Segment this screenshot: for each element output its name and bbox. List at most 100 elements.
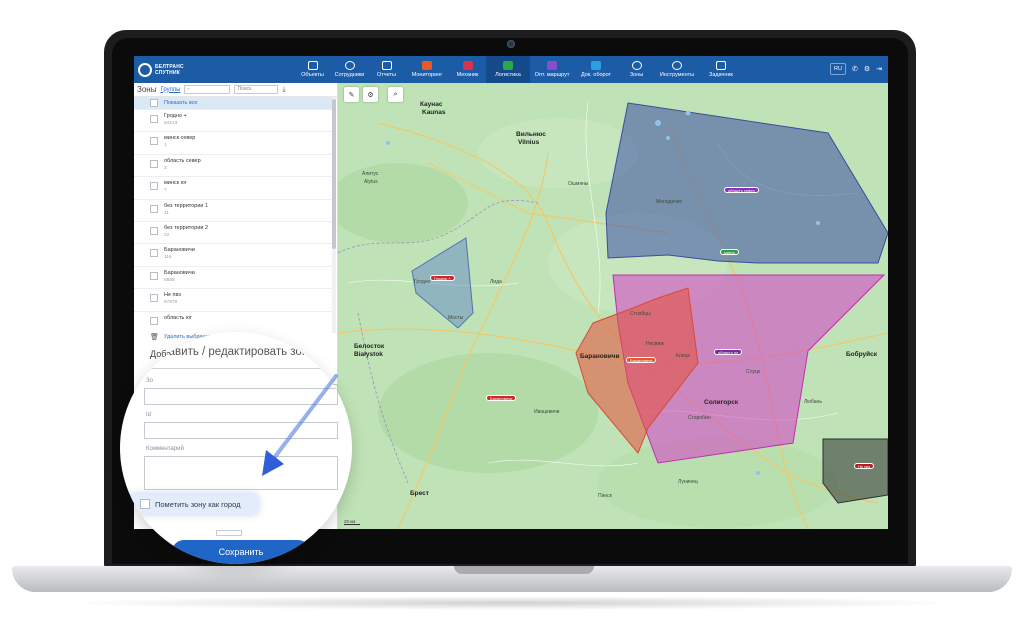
zone-checkbox[interactable] bbox=[150, 316, 158, 325]
list-item[interactable]: минск юг 7 bbox=[134, 177, 332, 200]
zone-checkbox[interactable] bbox=[150, 159, 158, 168]
list-item[interactable]: без территории 1 11 bbox=[134, 200, 332, 222]
zone-checkbox[interactable] bbox=[150, 249, 158, 258]
city-label: Alytus bbox=[364, 179, 378, 185]
city-label: Kaunas bbox=[422, 109, 446, 116]
list-item[interactable]: область север 3 bbox=[134, 155, 332, 178]
show-all-checkbox[interactable] bbox=[150, 99, 158, 107]
city-label: Лунинец bbox=[678, 479, 698, 485]
zone-list-scrollbar[interactable] bbox=[332, 97, 336, 333]
list-item[interactable]: Гродно + tet123 bbox=[134, 110, 332, 133]
nav-mechanic[interactable]: Механик bbox=[449, 56, 486, 83]
map-toolbar: ✎ ⚙ ⌕ bbox=[344, 87, 403, 102]
zone-checkbox[interactable] bbox=[150, 294, 158, 303]
nav-reports[interactable]: Отчеты bbox=[368, 56, 405, 83]
groups-link[interactable]: Группы bbox=[160, 87, 180, 93]
nav-employees[interactable]: Сотрудники bbox=[331, 56, 368, 83]
city-label: Любань bbox=[804, 399, 822, 405]
search-input[interactable]: Поиск bbox=[234, 85, 279, 94]
language-switch[interactable]: RU bbox=[830, 63, 846, 75]
city-label: Солигорск bbox=[704, 399, 739, 406]
zone-checkbox[interactable] bbox=[150, 137, 158, 146]
zone-badge-dark[interactable]: Не пвз bbox=[854, 463, 875, 469]
zone-settings-icon[interactable]: ⚙ bbox=[363, 87, 378, 102]
zone-name: без территории 1 bbox=[164, 202, 209, 209]
city-label: Пинск bbox=[598, 493, 612, 499]
magnified-form-title: Добавить / редактировать зону bbox=[148, 346, 314, 358]
zone-name: Гродно + bbox=[164, 113, 187, 119]
show-all-row[interactable]: Показать все bbox=[134, 97, 332, 110]
zone-checkbox[interactable] bbox=[150, 271, 158, 280]
map-view[interactable]: ✎ ⚙ ⌕ Каунас Kaunas Вильнюс Vilnius Алит… bbox=[338, 83, 888, 529]
city-label: Ошмяны bbox=[568, 181, 589, 187]
zone-comment: 116 bbox=[164, 255, 172, 261]
draw-zone-icon[interactable]: ✎ bbox=[344, 87, 359, 102]
nav-zones[interactable]: Зоны bbox=[618, 56, 655, 83]
logo-icon bbox=[138, 62, 152, 77]
zone-badge-minsk[interactable]: минск bbox=[720, 249, 739, 255]
mark-as-city-option[interactable]: Пометить зону как город bbox=[130, 494, 258, 514]
app-logo[interactable]: БЕЛТРАНС СПУТНИК bbox=[138, 61, 198, 78]
nav-label: Задачник bbox=[709, 72, 733, 78]
report-icon bbox=[381, 61, 392, 70]
nav-label: Логистика bbox=[495, 72, 521, 78]
zone-badge-baranovichi-2[interactable]: Барановичи bbox=[486, 395, 517, 401]
zone-badge-south[interactable]: область юг bbox=[714, 349, 743, 355]
nav-objects[interactable]: Объекты bbox=[294, 56, 331, 83]
list-item[interactable]: Барановичи 116 bbox=[134, 244, 332, 267]
show-all-label: Показать все bbox=[164, 100, 198, 106]
camera-icon bbox=[507, 40, 515, 48]
zone-badge-north[interactable]: область север bbox=[724, 187, 759, 193]
mechanic-icon bbox=[462, 61, 473, 70]
group-select[interactable]: - bbox=[184, 85, 231, 94]
nav-monitoring[interactable]: Мониторинг bbox=[405, 56, 449, 83]
nav-documents[interactable]: Док. оборот bbox=[574, 56, 618, 83]
zone-north-polygon[interactable] bbox=[605, 102, 888, 264]
list-item[interactable]: область юг bbox=[134, 312, 332, 333]
download-icon[interactable]: ⤓ bbox=[282, 86, 285, 94]
list-item[interactable]: Не пвз 87878 bbox=[134, 289, 332, 312]
city-label: Белосток bbox=[354, 343, 385, 350]
nav-tools[interactable]: Инструменты bbox=[655, 56, 699, 83]
zone-comment: 8888 bbox=[164, 277, 175, 283]
mark-as-city-checkbox[interactable] bbox=[140, 499, 150, 509]
city-label: Брест bbox=[410, 490, 429, 497]
city-label: Białystok bbox=[354, 351, 383, 358]
save-button[interactable]: Сохранить bbox=[172, 540, 310, 564]
map-search-icon[interactable]: ⌕ bbox=[388, 87, 403, 102]
nav-tasks[interactable]: Задачник bbox=[699, 56, 743, 83]
logout-icon[interactable]: ⇥ bbox=[876, 65, 882, 73]
city-label: Гродно bbox=[414, 279, 431, 285]
nav-route[interactable]: Опт. маршрут bbox=[530, 56, 574, 83]
list-item[interactable]: Барановичи 8888 bbox=[134, 267, 332, 290]
zone-checkbox[interactable] bbox=[150, 204, 158, 213]
zone-comment: 87878 bbox=[164, 300, 178, 306]
city-label: Несвиж bbox=[646, 341, 664, 347]
zone-checkbox[interactable] bbox=[150, 182, 158, 191]
laptop-base-notch bbox=[454, 566, 594, 574]
zone-badge-baranovichi[interactable]: Барановичи bbox=[626, 357, 657, 363]
zone-checkbox[interactable] bbox=[150, 226, 158, 235]
nav-logistics[interactable]: Логистика bbox=[486, 56, 530, 83]
laptop-shadow bbox=[60, 596, 964, 610]
list-item[interactable]: минск север 1 bbox=[134, 132, 332, 155]
gear-icon[interactable]: ⚙ bbox=[864, 65, 870, 73]
city-label: Vilnius bbox=[518, 139, 540, 146]
city-label: Молодечно bbox=[656, 199, 683, 205]
nav-label: Сотрудники bbox=[334, 72, 365, 78]
zone-comment: 1 bbox=[164, 143, 167, 149]
zone-badge-grodno[interactable]: Гродно + bbox=[430, 275, 455, 281]
phone-icon[interactable]: ✆ bbox=[852, 65, 858, 73]
zone-comment: 3 bbox=[164, 165, 167, 171]
list-item[interactable]: без территории 2 22 bbox=[134, 222, 332, 245]
zone-checkbox[interactable] bbox=[150, 115, 158, 123]
nav-label: Механик bbox=[456, 72, 479, 78]
zone-name: область север bbox=[164, 157, 201, 164]
scroll-thumb[interactable] bbox=[332, 99, 336, 249]
logo-line1: БЕЛТРАНС bbox=[155, 63, 184, 70]
zones-title: Зоны bbox=[137, 85, 157, 94]
people-icon bbox=[344, 61, 355, 70]
nav-label: Док. оборот bbox=[580, 72, 612, 78]
zone-dark-polygon[interactable] bbox=[822, 438, 888, 504]
tools-icon bbox=[672, 61, 682, 70]
